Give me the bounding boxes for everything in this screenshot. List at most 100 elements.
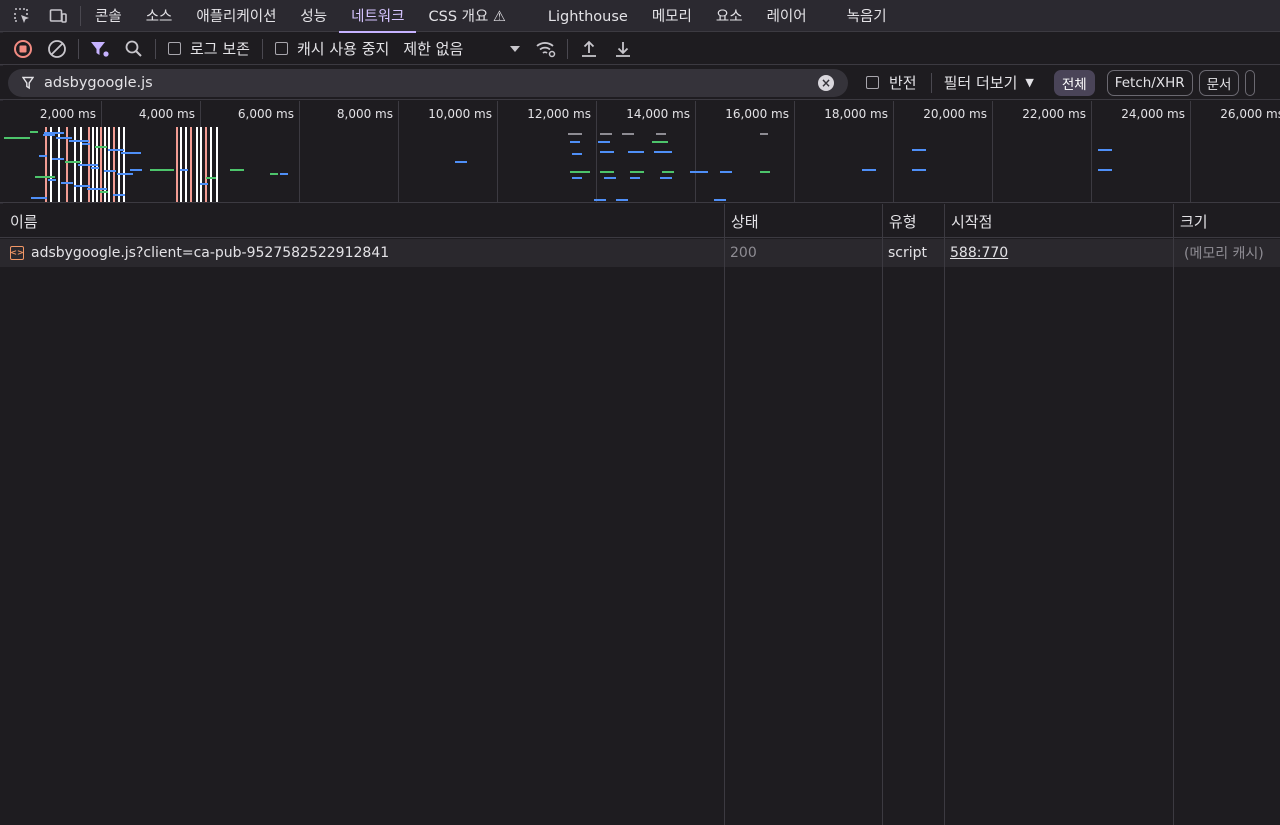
overview-marker-line — [123, 127, 125, 202]
filter-icon — [91, 41, 109, 57]
request-name-cell[interactable]: <> adsbygoogle.js?client=ca-pub-95275825… — [10, 239, 720, 267]
request-timing-bar — [61, 182, 73, 184]
request-timing-bar — [280, 173, 288, 175]
request-timing-bar — [69, 140, 89, 142]
checkbox-box[interactable] — [168, 42, 181, 55]
request-timing-bar — [150, 169, 160, 171]
column-divider[interactable] — [882, 204, 883, 825]
tab-layers[interactable]: 레이어 — [755, 0, 819, 32]
inspect-element-icon[interactable] — [4, 0, 40, 32]
network-overview[interactable]: 2,000 ms 4,000 ms 6,000 ms 8,000 ms 10,000 m… — [0, 101, 1280, 203]
request-timing-bar — [600, 171, 614, 173]
filter-input[interactable] — [44, 74, 784, 91]
toolbar-separator — [261, 38, 263, 59]
request-timing-bar — [74, 185, 90, 187]
dropdown-arrow-icon — [510, 45, 521, 52]
request-timing-bar — [95, 146, 107, 148]
tab-recorder[interactable]: 녹음기 — [835, 0, 899, 32]
request-timing-bar — [760, 133, 768, 135]
request-timing-bar — [44, 132, 64, 134]
tab-elements[interactable]: 요소 — [704, 0, 755, 32]
request-timing-bar — [48, 179, 56, 181]
overview-tick-label: 24,000 ms — [1121, 107, 1185, 121]
filter-toggle-button[interactable] — [83, 33, 117, 65]
request-timing-bar — [455, 161, 467, 163]
column-header-size[interactable]: 크기 — [1174, 204, 1208, 238]
overview-gridline — [794, 101, 795, 202]
more-filters-dropdown[interactable]: 필터 더보기 ▼ — [944, 72, 1034, 93]
request-timing-bar — [91, 167, 99, 169]
disable-cache-label: 캐시 사용 중지 — [296, 40, 390, 58]
filter-chip-fetch-xhr[interactable]: Fetch/XHR — [1106, 69, 1193, 96]
overview-tick-label: 14,000 ms — [626, 107, 690, 121]
filter-chip-overflow[interactable] — [1245, 69, 1256, 96]
request-timing-bar — [113, 194, 125, 196]
tab-sources[interactable]: 소스 — [134, 0, 185, 32]
request-timing-bar — [200, 183, 208, 185]
device-toolbar-icon[interactable] — [40, 0, 76, 32]
request-timing-bar — [594, 199, 606, 201]
network-conditions-button[interactable] — [529, 33, 563, 65]
request-timing-bar — [656, 133, 666, 135]
request-timing-bar — [720, 171, 732, 173]
checkbox-box[interactable] — [866, 76, 879, 89]
request-timing-bar — [570, 171, 590, 173]
request-timing-bar — [78, 164, 98, 166]
throttling-select[interactable]: 제한 없음 — [403, 38, 521, 59]
network-toolbar: 로그 보존 캐시 사용 중지 제한 없음 — [0, 33, 1280, 65]
overview-marker-line — [176, 127, 178, 202]
request-timing-bar — [662, 171, 674, 173]
overview-gridline — [1091, 101, 1092, 202]
request-timing-bar — [121, 152, 141, 154]
tab-memory[interactable]: 메모리 — [640, 0, 704, 32]
tab-application[interactable]: 애플리케이션 — [184, 0, 288, 32]
status-cell: 200 — [730, 245, 757, 261]
request-timing-bar — [912, 169, 926, 171]
clear-filter-icon[interactable]: × — [818, 74, 834, 91]
overview-marker-line — [118, 127, 120, 202]
filter-input-container[interactable]: × — [8, 68, 848, 97]
overview-marker-line — [210, 127, 212, 202]
column-divider[interactable] — [1173, 204, 1174, 825]
tab-performance[interactable]: 성능 — [288, 0, 339, 32]
request-timing-bar — [30, 131, 38, 133]
request-timing-bar — [230, 169, 244, 171]
clear-button[interactable] — [40, 33, 74, 65]
disable-cache-checkbox[interactable]: 캐시 사용 중지 — [274, 38, 390, 59]
export-har-button[interactable] — [606, 33, 640, 65]
column-header-status[interactable]: 상태 — [725, 204, 759, 238]
column-divider[interactable] — [724, 204, 725, 825]
overview-marker-line — [216, 127, 218, 202]
overview-tick-label: 12,000 ms — [527, 107, 591, 121]
filter-chip-doc[interactable]: 문서 — [1198, 69, 1240, 96]
request-timing-bar — [654, 151, 672, 153]
overview-marker-line — [45, 127, 47, 202]
filter-chip-all[interactable]: 전체 — [1053, 69, 1095, 96]
request-timing-bar — [600, 133, 612, 135]
preserve-log-checkbox[interactable]: 로그 보존 — [168, 38, 250, 59]
checkbox-box[interactable] — [274, 42, 288, 55]
filter-funnel-icon — [22, 76, 34, 89]
overview-tick-label: 22,000 ms — [1022, 107, 1086, 121]
column-header-name[interactable]: 이름 — [4, 204, 38, 238]
tab-console[interactable]: 콘솔 — [87, 0, 134, 32]
request-timing-bar — [87, 188, 107, 190]
request-timing-bar — [104, 170, 116, 172]
import-har-button[interactable] — [572, 33, 606, 65]
column-header-initiator[interactable]: 시작점 — [945, 204, 992, 238]
search-button[interactable] — [117, 33, 151, 65]
tab-lighthouse[interactable]: Lighthouse — [536, 0, 640, 32]
tab-network[interactable]: 네트워크 — [339, 0, 417, 33]
stop-recording-button[interactable] — [6, 33, 40, 65]
column-header-type[interactable]: 유형 — [883, 204, 917, 238]
tab-css-overview[interactable]: CSS 개요 ⚠ — [416, 0, 517, 32]
initiator-link[interactable]: 588:770 — [950, 239, 1170, 267]
invert-label: 반전 — [889, 74, 917, 92]
overview-gridline — [497, 101, 498, 202]
overview-gridline — [695, 101, 696, 202]
request-timing-bar — [572, 177, 582, 179]
invert-checkbox[interactable]: 반전 — [866, 72, 917, 93]
request-timing-bar — [130, 169, 142, 171]
table-row[interactable]: <> adsbygoogle.js?client=ca-pub-95275825… — [0, 239, 1280, 267]
column-divider[interactable] — [944, 204, 945, 825]
